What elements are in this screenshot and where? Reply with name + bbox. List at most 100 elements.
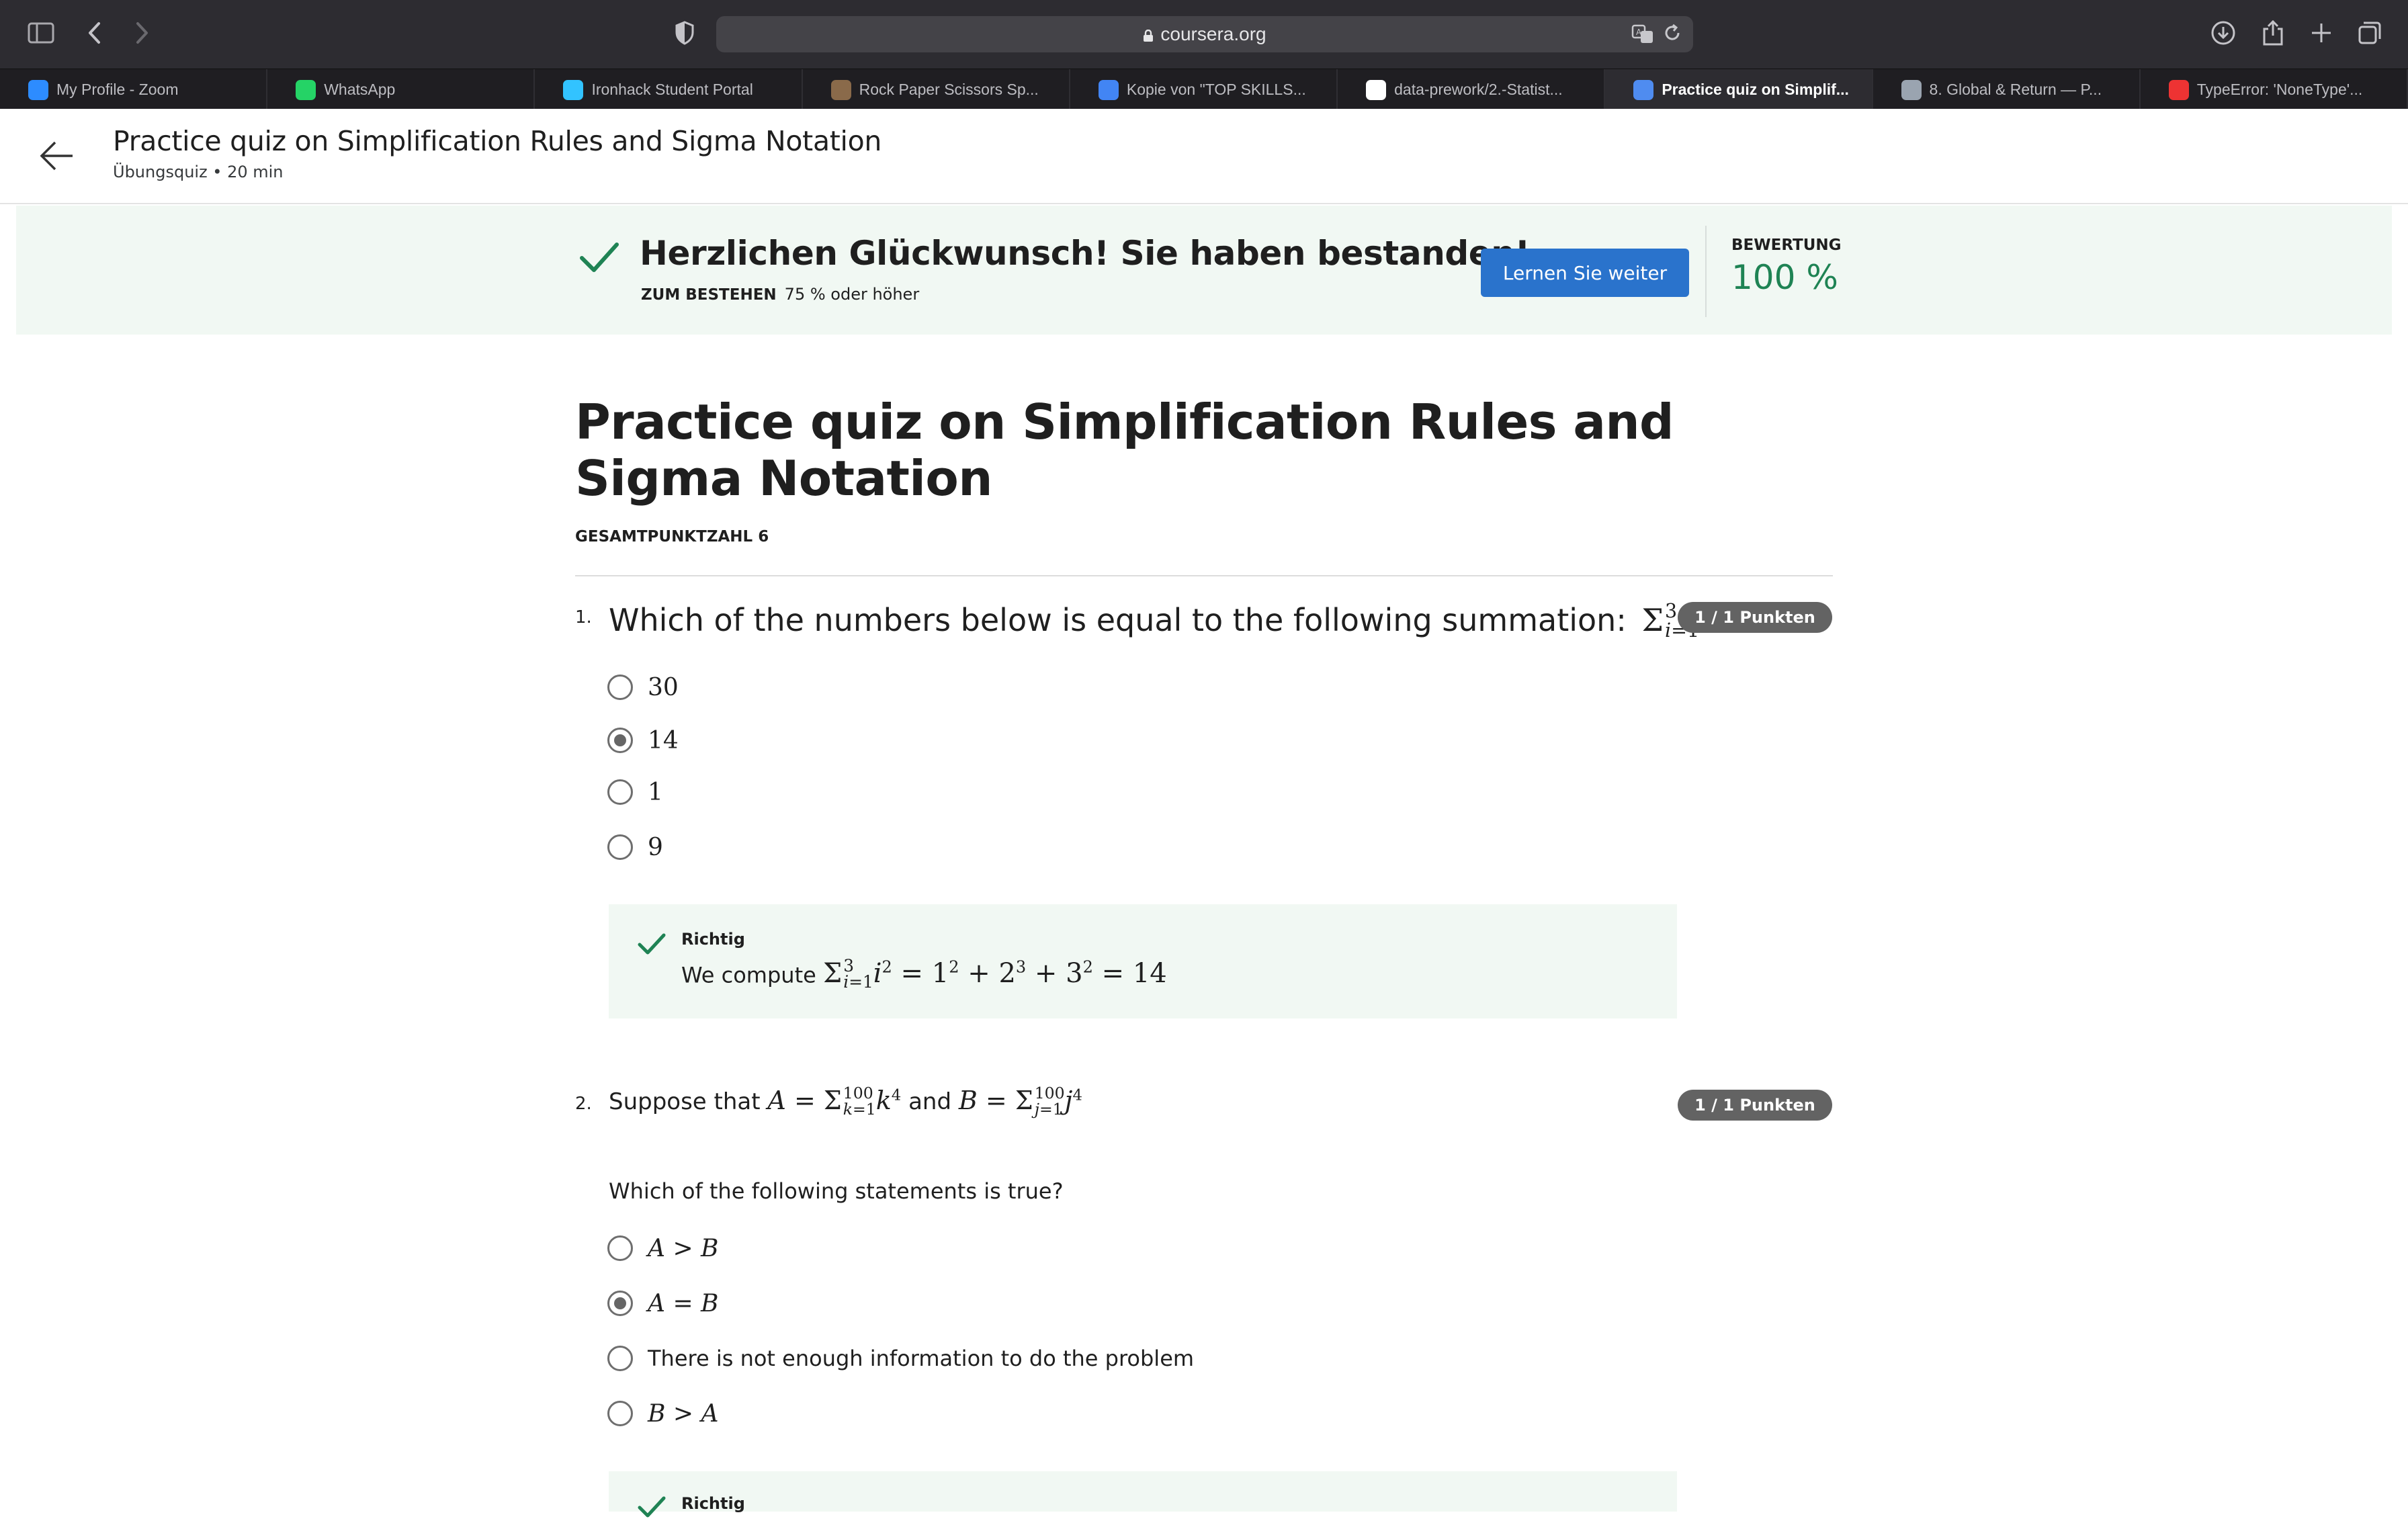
answer-option-selected[interactable]: 14 xyxy=(607,722,679,759)
browser-tab[interactable]: Ironhack Student Portal xyxy=(535,69,803,110)
coursera-icon xyxy=(1633,80,1654,100)
tab-label: Kopie von "TOP SKILLS... xyxy=(1126,80,1306,98)
svg-text:A: A xyxy=(1636,28,1642,37)
radio-button-checked[interactable] xyxy=(607,1291,633,1316)
back-nav-icon[interactable] xyxy=(79,17,110,48)
stack-icon xyxy=(2168,80,2189,100)
feedback-title: Richtig xyxy=(681,930,745,949)
radio-button[interactable] xyxy=(607,675,633,700)
browser-tab[interactable]: My Profile - Zoom xyxy=(0,69,268,110)
option-label: A = B xyxy=(648,1289,719,1317)
lock-icon xyxy=(1144,30,1154,42)
divider xyxy=(575,575,1833,576)
pass-banner: Herzlichen Glückwunsch! Sie haben bestan… xyxy=(16,206,2392,335)
points-badge: 1 / 1 Punkten xyxy=(1678,1090,1832,1121)
radio-button[interactable] xyxy=(607,834,633,860)
formula-b: B = Σ 100 j=1 j4 xyxy=(958,1083,1082,1119)
pass-value: 75 % oder höher xyxy=(784,285,920,304)
feedback-text: We compute Σ 3 i=1 i2 = 12 + 23 + 32 = 14 xyxy=(681,955,1167,992)
privacy-shield-icon[interactable] xyxy=(669,17,700,48)
tab-label: 8. Global & Return — P... xyxy=(1929,80,2102,98)
grade-label: BEWERTUNG xyxy=(1731,236,1842,254)
new-tab-icon[interactable] xyxy=(2306,17,2337,48)
browser-tab[interactable]: data-prework/2.-Statist... xyxy=(1338,69,1606,110)
total-points: GESAMTPUNKTZAHL 6 xyxy=(575,528,769,546)
question-number: 1. xyxy=(575,607,592,627)
question-prompt: Which of the numbers below is equal to t… xyxy=(609,602,1627,638)
tab-label: My Profile - Zoom xyxy=(56,80,179,98)
address-bar[interactable]: coursera.org A xyxy=(716,16,1693,52)
rps-icon xyxy=(830,80,851,100)
browser-tab[interactable]: Rock Paper Scissors Sp... xyxy=(803,69,1070,110)
answer-option[interactable]: 30 xyxy=(607,668,679,706)
feedback-formula: Σ 3 i=1 i2 = 12 + 23 + 32 = 14 xyxy=(822,955,1167,992)
question-number: 2. xyxy=(575,1094,592,1114)
reload-icon[interactable] xyxy=(1662,23,1685,46)
answer-option[interactable]: 9 xyxy=(607,828,663,866)
pass-threshold: ZUM BESTEHEN 75 % oder höher xyxy=(641,285,919,304)
browser-tab[interactable]: Kopie von "TOP SKILLS... xyxy=(1070,69,1338,110)
browser-toolbar: coursera.org A xyxy=(0,0,2408,69)
browser-tab[interactable]: TypeError: 'NoneType'... xyxy=(2141,69,2408,110)
tab-bar: My Profile - Zoom WhatsApp Ironhack Studen… xyxy=(0,69,2408,110)
points-badge: 1 / 1 Punkten xyxy=(1678,602,1832,633)
option-label: 1 xyxy=(648,778,663,806)
divider xyxy=(1705,226,1707,317)
pass-message: Herzlichen Glückwunsch! Sie haben bestan… xyxy=(640,234,1530,273)
checkmark-icon xyxy=(637,931,666,957)
radio-button[interactable] xyxy=(607,1235,633,1261)
browser-tab[interactable]: Practice quiz on Simplif... xyxy=(1605,69,1873,110)
whatsapp-icon xyxy=(296,80,316,100)
share-icon[interactable] xyxy=(2258,17,2288,48)
answer-option[interactable]: There is not enough information to do th… xyxy=(607,1340,1194,1377)
url-text: coursera.org xyxy=(1160,24,1266,44)
question-prompt: Suppose that xyxy=(609,1088,761,1115)
sidebar-toggle-icon[interactable] xyxy=(26,17,56,48)
tab-label: TypeError: 'NoneType'... xyxy=(2196,80,2363,98)
header-title: Practice quiz on Simplification Rules an… xyxy=(113,125,882,157)
download-icon[interactable] xyxy=(2208,17,2239,48)
grade-value: 100 % xyxy=(1731,258,1838,297)
translate-icon[interactable]: A xyxy=(1631,23,1654,46)
tab-label: Rock Paper Scissors Sp... xyxy=(859,80,1039,98)
zoom-icon xyxy=(28,80,48,100)
google-docs-icon xyxy=(1098,80,1119,100)
header-subtitle: Übungsquiz • 20 min xyxy=(113,163,284,181)
option-label: 30 xyxy=(648,673,679,701)
book-icon xyxy=(1901,80,1922,100)
tab-label: Practice quiz on Simplif... xyxy=(1662,80,1849,98)
tab-overview-icon[interactable] xyxy=(2354,17,2385,48)
question-conjunction: and xyxy=(908,1088,952,1115)
browser-tab[interactable]: 8. Global & Return — P... xyxy=(1873,69,2141,110)
formula-a: A = Σ 100 k=1 k4 xyxy=(767,1083,902,1119)
question-text: Which of the numbers below is equal to t… xyxy=(609,602,1748,642)
answer-option[interactable]: A > B xyxy=(607,1229,719,1267)
feedback-prefix: We compute xyxy=(681,962,816,988)
github-icon xyxy=(1366,80,1387,100)
ironhack-icon xyxy=(563,80,584,100)
forward-nav-icon[interactable] xyxy=(126,17,157,48)
option-label: 9 xyxy=(648,833,663,861)
radio-button[interactable] xyxy=(607,1346,633,1371)
answer-option[interactable]: 1 xyxy=(607,773,663,811)
radio-button-checked[interactable] xyxy=(607,728,633,753)
browser-tab[interactable]: WhatsApp xyxy=(267,69,535,110)
tab-label: data-prework/2.-Statist... xyxy=(1394,80,1563,98)
option-label: A > B xyxy=(648,1234,719,1262)
checkmark-icon xyxy=(578,239,621,275)
option-label: B > A xyxy=(648,1399,719,1428)
feedback-box: Richtig We compute Σ 3 i=1 i2 = 12 + 23 + 3… xyxy=(609,904,1677,1018)
back-arrow-icon[interactable] xyxy=(38,137,75,175)
feedback-title: Richtig xyxy=(681,1494,745,1513)
feedback-box: Richtig xyxy=(609,1471,1677,1518)
quiz-title: Practice quiz on Simplification Rules an… xyxy=(575,394,1674,507)
radio-button[interactable] xyxy=(607,1401,633,1426)
answer-option-selected[interactable]: A = B xyxy=(607,1285,719,1322)
radio-button[interactable] xyxy=(607,779,633,805)
option-label: There is not enough information to do th… xyxy=(648,1346,1195,1371)
option-label: 14 xyxy=(648,726,679,754)
answer-option[interactable]: B > A xyxy=(607,1395,719,1432)
question-text: Suppose that A = Σ 100 k=1 k4 and B = Σ 100 j… xyxy=(609,1083,1082,1119)
course-header: Practice quiz on Simplification Rules an… xyxy=(0,109,2408,204)
continue-learning-button[interactable]: Lernen Sie weiter xyxy=(1481,249,1689,297)
